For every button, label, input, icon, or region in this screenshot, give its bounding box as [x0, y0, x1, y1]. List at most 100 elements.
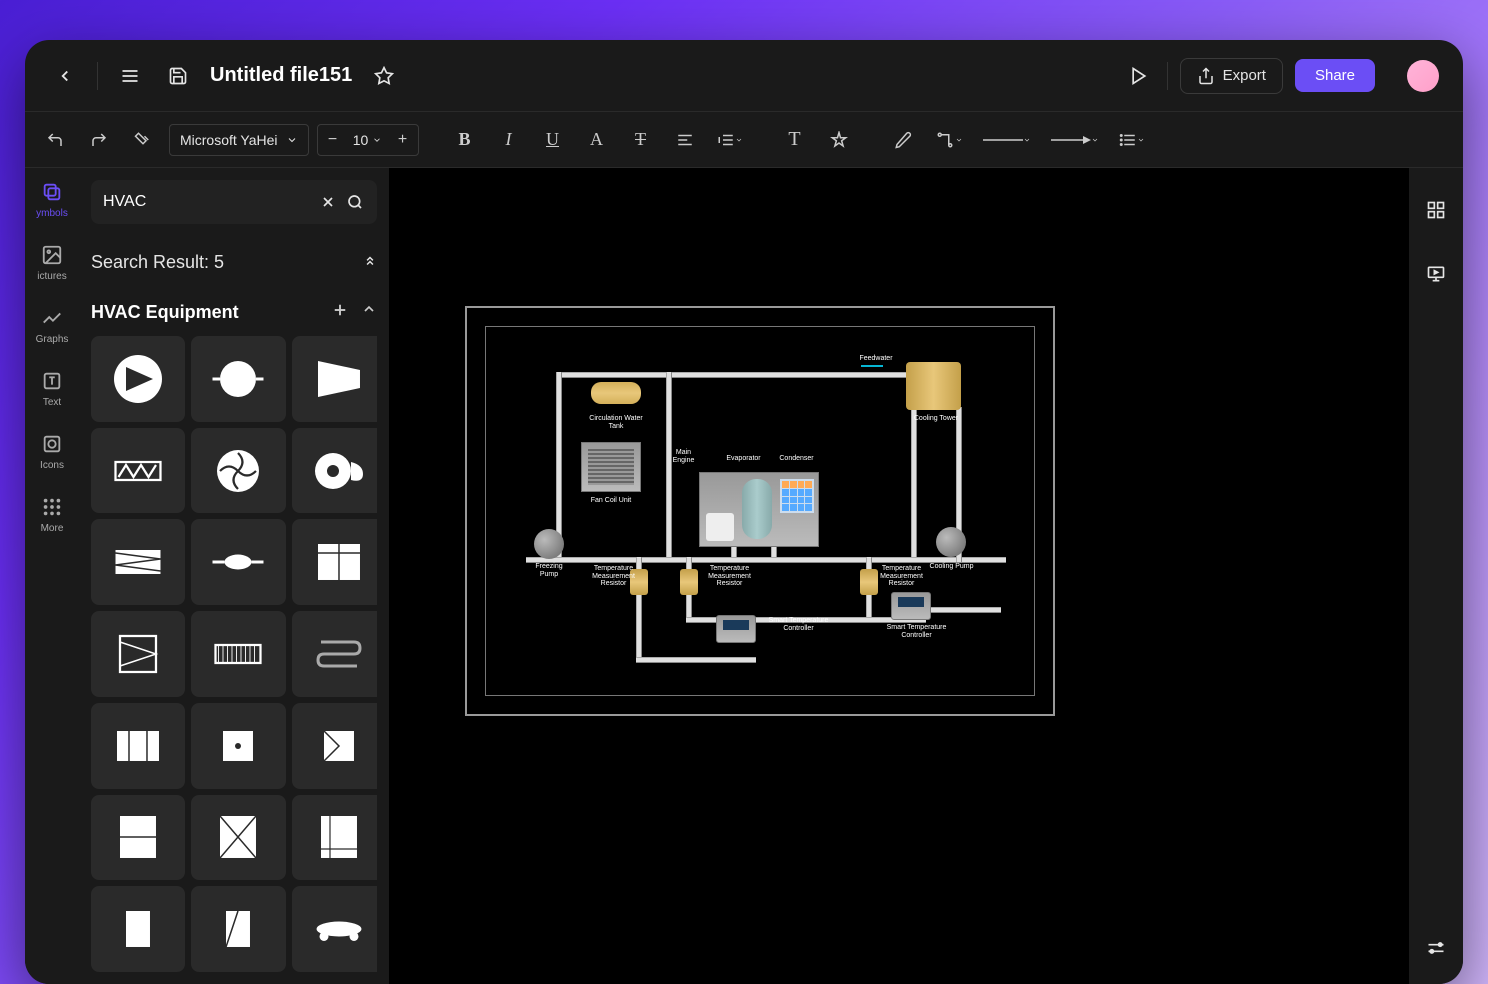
symbol-item[interactable] [91, 428, 185, 514]
chevron-down-icon [286, 134, 298, 146]
equip-circulation-tank[interactable] [591, 382, 641, 404]
titlebar: Untitled file151 Export Share [25, 40, 1463, 112]
font-size-display[interactable]: 10 [348, 132, 388, 148]
equip-freezing-pump[interactable] [534, 529, 564, 559]
symbol-item[interactable] [292, 336, 377, 422]
symbol-item[interactable] [191, 611, 285, 697]
share-button[interactable]: Share [1295, 59, 1375, 92]
symbol-item[interactable] [91, 795, 185, 881]
export-label: Export [1223, 67, 1266, 84]
strikethrough-button[interactable]: T [623, 122, 659, 158]
font-size-group: − 10 + [317, 124, 419, 156]
file-title: Untitled file151 [210, 64, 352, 87]
symbol-item[interactable] [91, 336, 185, 422]
collapse-all-icon[interactable] [363, 252, 377, 273]
search-box [91, 180, 377, 224]
equip-cooling-tower[interactable] [906, 362, 961, 410]
symbol-panel: Search Result: 5 HVAC Equipment [79, 168, 389, 984]
list-style-button[interactable] [1113, 122, 1151, 158]
symbol-item[interactable] [191, 336, 285, 422]
font-select[interactable]: Microsoft YaHei [169, 124, 309, 156]
symbol-item[interactable] [292, 703, 377, 789]
underline-button[interactable]: U [535, 122, 571, 158]
back-button[interactable] [49, 60, 81, 92]
equip-cooling-pump[interactable] [936, 527, 966, 557]
graphs-icon [40, 306, 64, 330]
label-tmr1: Temperature Measurement Resistor [586, 565, 641, 588]
highlight-button[interactable] [821, 122, 857, 158]
app-window: Untitled file151 Export Share Micros [25, 40, 1463, 984]
font-size-increase[interactable]: + [388, 125, 418, 155]
symbol-item[interactable] [292, 611, 377, 697]
add-category-button[interactable] [331, 301, 349, 324]
export-button[interactable]: Export [1180, 58, 1283, 94]
label-evaporator: Evaporator [721, 455, 766, 463]
pen-button[interactable] [885, 122, 921, 158]
font-color-button[interactable]: A [579, 122, 615, 158]
collapse-category-button[interactable] [361, 301, 377, 324]
label-circulation-tank: Circulation Water Tank [586, 415, 646, 430]
italic-button[interactable]: I [491, 122, 527, 158]
label-tmr2: Temperature Measurement Resistor [702, 565, 757, 588]
symbol-item[interactable] [91, 703, 185, 789]
symbol-item[interactable] [292, 428, 377, 514]
category-header: HVAC Equipment [91, 301, 377, 324]
undo-button[interactable] [37, 122, 73, 158]
label-cooling-tower: Cooling Tower [911, 415, 961, 423]
symbol-item[interactable] [191, 886, 285, 972]
save-button[interactable] [162, 60, 194, 92]
symbol-item[interactable] [292, 886, 377, 972]
rail-graphs[interactable]: Graphs [25, 306, 79, 345]
symbol-item[interactable] [292, 519, 377, 605]
redo-button[interactable] [81, 122, 117, 158]
connector-button[interactable] [929, 122, 969, 158]
label-fan-coil: Fan Coil Unit [586, 497, 636, 505]
align-button[interactable] [667, 122, 703, 158]
format-painter-button[interactable] [125, 122, 161, 158]
menu-button[interactable] [114, 60, 146, 92]
equip-tmr[interactable] [680, 569, 698, 595]
rail-text[interactable]: Text [25, 369, 79, 408]
bold-button[interactable]: B [447, 122, 483, 158]
line-style-button[interactable] [977, 122, 1037, 158]
presentation-button[interactable] [1420, 258, 1452, 290]
symbol-item[interactable] [191, 795, 285, 881]
equip-main-engine[interactable] [699, 472, 819, 547]
rail-icons[interactable]: Icons [25, 432, 79, 471]
label-freezing-pump: Freezing Pump [528, 563, 570, 578]
grid-view-button[interactable] [1420, 194, 1452, 226]
symbol-item[interactable] [191, 519, 285, 605]
symbol-item[interactable] [191, 703, 285, 789]
icons-icon [40, 432, 64, 456]
arrow-style-button[interactable] [1045, 122, 1105, 158]
avatar[interactable] [1407, 60, 1439, 92]
settings-toggle-button[interactable] [1420, 932, 1452, 964]
symbol-grid [91, 336, 377, 984]
more-icon [40, 495, 64, 519]
divider [97, 62, 98, 90]
symbol-item[interactable] [91, 519, 185, 605]
font-size-decrease[interactable]: − [318, 125, 348, 155]
equip-fan-coil[interactable] [581, 442, 641, 492]
line-spacing-button[interactable] [711, 122, 749, 158]
search-button[interactable] [346, 191, 366, 213]
diagram-frame[interactable]: Circulation Water Tank Cooling Tower Fee… [465, 306, 1055, 716]
export-icon [1197, 67, 1215, 85]
play-button[interactable] [1123, 60, 1155, 92]
canvas[interactable]: Circulation Water Tank Cooling Tower Fee… [389, 168, 1409, 984]
symbol-item[interactable] [191, 428, 285, 514]
search-input[interactable] [103, 193, 310, 211]
symbol-item[interactable] [91, 611, 185, 697]
rail-pictures[interactable]: ictures [25, 243, 79, 282]
clear-search-button[interactable] [318, 191, 338, 213]
rail-symbols[interactable]: ymbols [25, 180, 79, 219]
symbol-item[interactable] [292, 795, 377, 881]
rail-more[interactable]: More [25, 495, 79, 534]
symbol-item[interactable] [91, 886, 185, 972]
star-button[interactable] [368, 60, 400, 92]
equip-stc[interactable] [716, 615, 756, 643]
left-rail: ymbols ictures Graphs Text Icons More [25, 168, 79, 984]
insert-text-button[interactable]: T [777, 122, 813, 158]
font-name: Microsoft YaHei [180, 132, 278, 148]
equip-stc[interactable] [891, 592, 931, 620]
